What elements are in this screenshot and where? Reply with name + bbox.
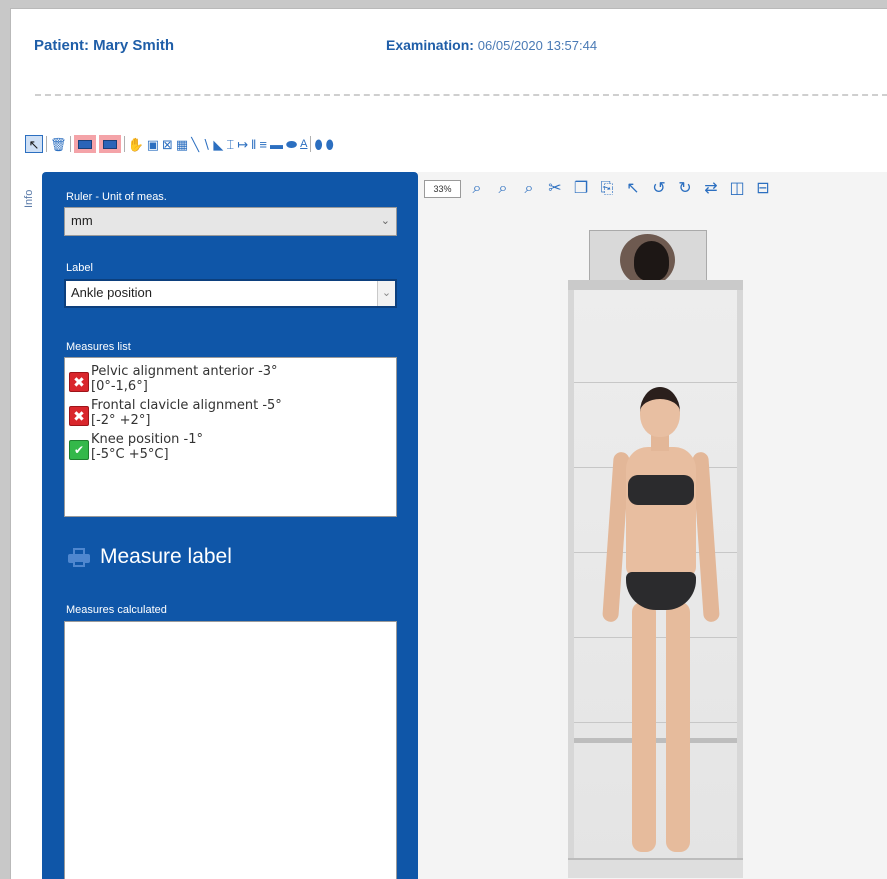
rectangle-fill-icon[interactable]: ▬: [270, 135, 283, 153]
measure-range: [0°-1,6°]: [91, 379, 148, 394]
toolbar-separator: [310, 136, 312, 152]
header: Patient: Mary Smith Examination: 06/05/2…: [11, 9, 887, 89]
info-tab-label: Info: [23, 189, 35, 208]
right-angle-icon[interactable]: ◣: [213, 135, 223, 153]
region-grid-icon[interactable]: ▦: [176, 135, 188, 153]
split-horizontal-icon[interactable]: ⊟: [753, 179, 773, 199]
measures-calculated-box[interactable]: [64, 621, 397, 879]
measure-range: [-5°C +5°C]: [91, 447, 169, 462]
foot-left-icon[interactable]: ⬮: [314, 135, 322, 153]
vertical-ruler-icon[interactable]: ⌶: [226, 135, 234, 153]
region-cross-icon[interactable]: ⊠: [162, 135, 173, 153]
measure-label-button[interactable]: Measure label: [68, 545, 232, 569]
foot-right-icon[interactable]: ⬮: [326, 135, 334, 153]
measure-name: Knee position -1°: [91, 432, 203, 447]
ruler-unit-value: mm: [71, 213, 93, 228]
list-item[interactable]: ✖ Pelvic alignment anterior -3° [0°-1,6°…: [69, 364, 392, 394]
split-vertical-icon[interactable]: ◫: [727, 179, 747, 199]
check-icon: ✔: [69, 440, 89, 460]
flip-icon[interactable]: ⇄: [701, 179, 721, 199]
measure-label-button-text: Measure label: [100, 545, 232, 568]
measure-name: Pelvic alignment anterior -3°: [91, 364, 278, 379]
info-tab[interactable]: Info: [23, 190, 35, 208]
ruler-unit-label: Ruler - Unit of meas.: [66, 191, 167, 203]
toolbar-separator: [46, 136, 47, 152]
label-label: Label: [66, 262, 93, 274]
list-item[interactable]: ✔ Knee position -1° [-5°C +5°C]: [69, 432, 392, 462]
annotation-toolbar: ↖ 🗑 ✋ ▣ ⊠ ▦ ╲ ∖ ◣ ⌶ ↦ ‖ ≡ ▬ ⬬ A ⬮ ⬮: [25, 133, 605, 155]
zoom-out-icon[interactable]: ⌕: [519, 179, 539, 199]
copy-icon[interactable]: ❐: [571, 179, 591, 199]
line-icon[interactable]: ╲: [191, 135, 199, 153]
paste-icon[interactable]: ⎘: [597, 179, 617, 199]
zoom-in-icon[interactable]: ⌕: [493, 179, 513, 199]
measure-range: [-2° +2°]: [91, 413, 151, 428]
viewer-toolbar: 33% ⌕ ⌕ ⌕ ✂ ❐ ⎘ ↖ ↺ ↻ ⇄ ◫ ⊟: [424, 178, 773, 200]
toolbar-separator: [69, 136, 71, 152]
grid-vertical-icon[interactable]: ‖: [251, 135, 256, 153]
measure-name: Frontal clavicle alignment -5°: [91, 398, 282, 413]
measure-panel: Ruler - Unit of meas. mm ⌄ Label Ankle p…: [42, 172, 418, 879]
header-divider: [35, 94, 887, 96]
rotate-right-icon[interactable]: ↻: [675, 179, 695, 199]
examination-datetime: 06/05/2020 13:57:44: [477, 38, 598, 53]
examination-info: Examination: 06/05/2020 13:57:44: [386, 37, 597, 53]
chevron-down-icon: ⌄: [380, 215, 390, 227]
delete-icon[interactable]: 🗑: [50, 135, 67, 153]
list-item[interactable]: ✖ Frontal clavicle alignment -5° [-2° +2…: [69, 398, 392, 428]
examination-label: Examination:: [386, 37, 474, 53]
fail-icon: ✖: [69, 406, 89, 426]
text-icon[interactable]: A: [300, 135, 307, 153]
image-viewer[interactable]: 33% ⌕ ⌕ ⌕ ✂ ❐ ⎘ ↖ ↺ ↻ ⇄ ◫ ⊟: [418, 172, 887, 879]
measures-list[interactable]: ✖ Pelvic alignment anterior -3° [0°-1,6°…: [64, 357, 397, 517]
app-frame: Patient: Mary Smith Examination: 06/05/2…: [10, 8, 887, 879]
horizontal-ruler-icon[interactable]: ↦: [237, 135, 248, 153]
ellipse-fill-icon[interactable]: ⬬: [286, 135, 297, 153]
select-region-icon[interactable]: ▣: [147, 135, 159, 153]
rotate-left-icon[interactable]: ↺: [649, 179, 669, 199]
zoom-icon[interactable]: ⌕: [467, 179, 487, 199]
patient-name: Patient: Mary Smith: [34, 37, 175, 54]
angle-line-icon[interactable]: ∖: [202, 135, 210, 153]
patient-photo: [588, 387, 733, 867]
measures-calculated-label: Measures calculated: [66, 604, 167, 616]
label-select-value: Ankle position: [71, 285, 152, 300]
hand-icon[interactable]: ✋: [128, 135, 144, 153]
chevron-down-icon: ⌄: [377, 281, 395, 306]
zoom-level[interactable]: 33%: [424, 180, 461, 198]
measures-list-label: Measures list: [66, 341, 131, 353]
pointer-icon[interactable]: ↖: [25, 135, 43, 153]
grid-horizontal-icon[interactable]: ≡: [259, 135, 267, 153]
fail-icon: ✖: [69, 372, 89, 392]
toolbar-separator: [123, 136, 125, 152]
cursor-icon[interactable]: ↖: [623, 179, 643, 199]
label-select[interactable]: Ankle position ⌄: [64, 279, 397, 308]
ruler-unit-select[interactable]: mm ⌄: [64, 207, 397, 236]
rect-view-alt-icon[interactable]: [98, 135, 121, 153]
rect-view-icon[interactable]: [73, 135, 96, 153]
printer-icon: [68, 548, 90, 567]
cut-icon[interactable]: ✂: [545, 179, 565, 199]
